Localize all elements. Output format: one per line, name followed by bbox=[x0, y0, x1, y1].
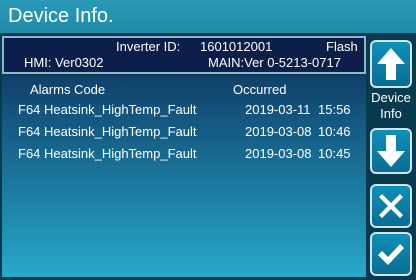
device-header: Inverter ID: 1601012001 Flash HMI: Ver03… bbox=[2, 36, 366, 74]
column-header-alarms-code: Alarms Code bbox=[30, 82, 106, 97]
alarm-code: F64 Heatsink_HighTemp_Fault bbox=[18, 124, 197, 139]
alarm-time: 10:46 bbox=[318, 124, 351, 139]
arrow-down-icon bbox=[377, 135, 405, 167]
alarm-code: F64 Heatsink_HighTemp_Fault bbox=[18, 146, 197, 161]
hmi-version: HMI: Ver0302 bbox=[24, 55, 104, 70]
alarm-time: 15:56 bbox=[318, 102, 351, 117]
alarm-date: 2019-03-11 bbox=[245, 102, 311, 117]
inverter-id-value: 1601012001 bbox=[200, 39, 273, 54]
scroll-down-button[interactable] bbox=[370, 128, 412, 174]
device-info-label: Device Info bbox=[368, 90, 414, 122]
side-panel: Device Info bbox=[368, 36, 414, 278]
column-header-occurred: Occurred bbox=[233, 82, 287, 97]
device-info-label-line2: Info bbox=[380, 106, 402, 121]
arrow-up-icon bbox=[377, 48, 405, 80]
alarm-list: Alarms Code Occurred F64 Heatsink_HighTe… bbox=[2, 76, 366, 277]
alarm-time: 10:45 bbox=[318, 146, 351, 161]
main-version: MAIN:Ver 0-5213-0717 bbox=[208, 55, 341, 70]
alarm-row[interactable]: F64 Heatsink_HighTemp_Fault 2019-03-08 1… bbox=[2, 124, 366, 144]
scroll-up-button[interactable] bbox=[370, 40, 412, 88]
alarm-code: F64 Heatsink_HighTemp_Fault bbox=[18, 102, 197, 117]
alarm-row[interactable]: F64 Heatsink_HighTemp_Fault 2019-03-11 1… bbox=[2, 102, 366, 122]
confirm-button[interactable] bbox=[370, 232, 412, 276]
alarm-date: 2019-03-08 bbox=[245, 146, 312, 161]
check-icon bbox=[378, 244, 404, 265]
alarm-date: 2019-03-08 bbox=[245, 124, 312, 139]
close-icon bbox=[379, 194, 403, 218]
inverter-id-label: Inverter ID: bbox=[116, 39, 181, 54]
cancel-button[interactable] bbox=[370, 184, 412, 228]
alarm-row[interactable]: F64 Heatsink_HighTemp_Fault 2019-03-08 1… bbox=[2, 146, 366, 166]
page-title: Device Info. bbox=[0, 0, 416, 33]
flash-label: Flash bbox=[326, 39, 358, 54]
device-info-label-line1: Device bbox=[371, 90, 411, 105]
